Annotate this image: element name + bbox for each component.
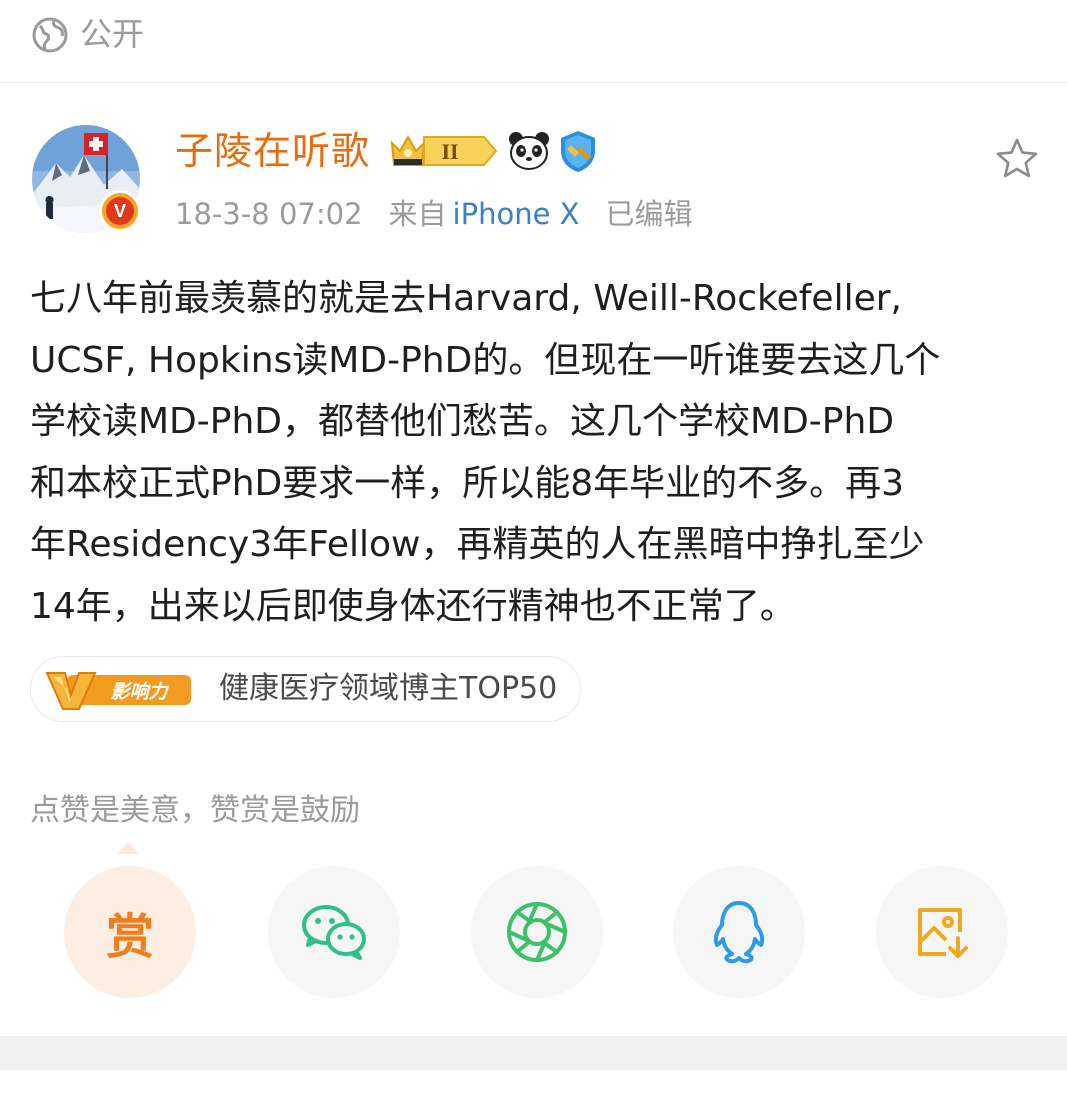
share-moments-button[interactable]	[471, 866, 603, 998]
visibility-label: 公开	[80, 15, 145, 53]
level-label: II	[441, 139, 458, 164]
source-link[interactable]: iPhone X	[453, 197, 580, 231]
moments-icon	[507, 902, 567, 962]
reward-label: 赏	[105, 909, 154, 965]
post-line: 14年，出来以后即使身体还行精神也不正常了。	[30, 585, 796, 627]
source-prefix: 来自	[388, 197, 447, 231]
reward-button[interactable]: 赏	[64, 866, 196, 998]
share-wechat-button[interactable]	[268, 866, 400, 998]
globe-icon	[32, 17, 68, 53]
username[interactable]: 子陵在听歌	[175, 126, 370, 176]
save-image-icon	[918, 908, 968, 958]
post-line: 年Residency3年Fellow，再精英的人在黑暗中挣扎至少	[30, 524, 925, 565]
verified-v-badge: V	[106, 197, 134, 225]
reward-hint: 点赞是美意，赞赏是鼓励	[30, 793, 360, 828]
share-row: 赏	[0, 866, 1067, 1000]
influence-icon-text: 影响力	[110, 681, 169, 703]
favorite-star-icon[interactable]	[994, 136, 1040, 182]
post-line: 学校读MD-PhD，都替他们愁苦。这几个学校MD-PhD	[30, 401, 895, 442]
influence-tag[interactable]: 影响力 健康医疗领域博主TOP50	[30, 656, 581, 722]
post-line: 七八年前最羡慕的就是去Harvard, Weill-Rockefeller,	[30, 278, 902, 319]
reward-pointer	[117, 842, 139, 854]
crown-level-badge[interactable]: II	[388, 129, 498, 173]
edited-label[interactable]: 已编辑	[606, 197, 693, 231]
verified-badge: V	[99, 190, 141, 232]
shield-icon[interactable]	[557, 129, 599, 173]
post-line: 和本校正式PhD要求一样，所以能8年毕业的不多。再3	[30, 462, 905, 504]
post-meta: 18-3-8 07:02 来自 iPhone X 已编辑	[175, 194, 693, 234]
qq-icon	[713, 901, 765, 964]
share-qq-button[interactable]	[673, 866, 805, 998]
post-line: UCSF, Hopkins读MD-PhD的。但现在一听谁要去这几个	[30, 339, 941, 381]
divider	[0, 82, 1067, 83]
influence-label: 健康医疗领域博主TOP50	[219, 671, 558, 706]
post-text: 七八年前最羡慕的就是去Harvard, Weill-Rockefeller, U…	[30, 268, 1045, 637]
visibility-bar[interactable]: 公开	[0, 0, 1067, 80]
panda-icon[interactable]	[507, 129, 551, 173]
wechat-icon	[302, 905, 366, 960]
post-time: 18-3-8 07:02	[175, 197, 363, 231]
save-image-button[interactable]	[876, 866, 1008, 998]
influence-v-icon: 影响力	[45, 672, 191, 710]
bottom-separator	[0, 1036, 1067, 1070]
